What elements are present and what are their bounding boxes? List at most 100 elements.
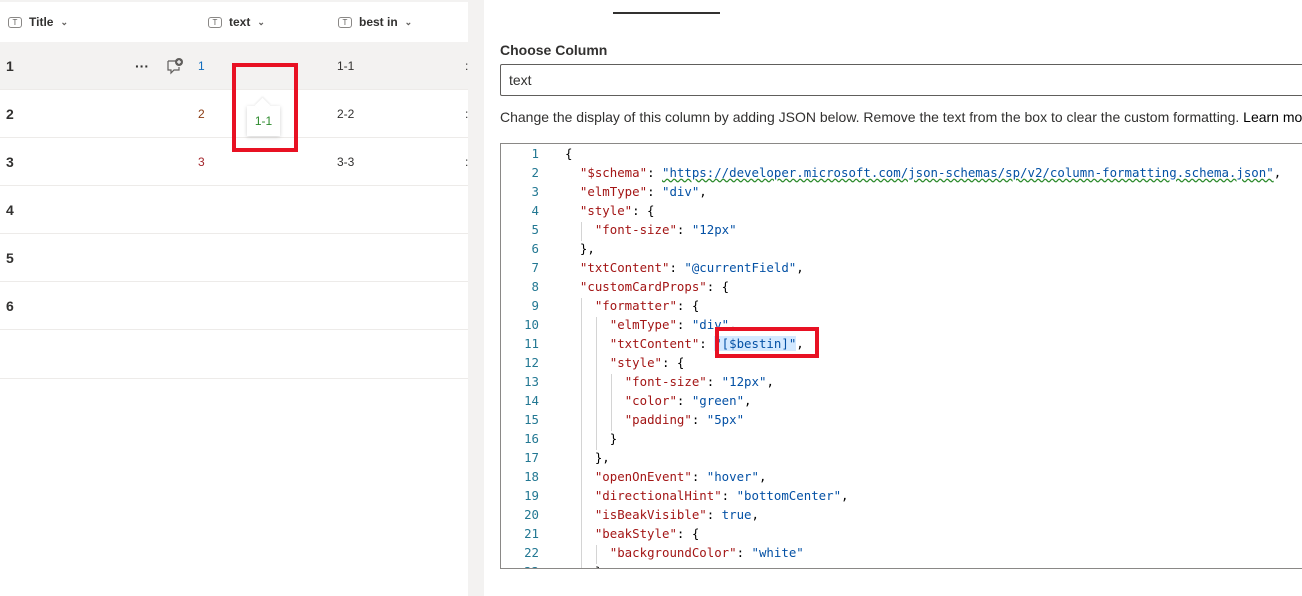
text-column-icon: T xyxy=(338,16,352,28)
indent-guide xyxy=(581,526,582,545)
title-cell[interactable]: 6 xyxy=(6,282,14,330)
indent-guide xyxy=(581,336,582,355)
indent-guide xyxy=(581,450,582,469)
line-number: 17 xyxy=(524,450,539,465)
column-header-title[interactable]: T Title ⌄ xyxy=(8,2,68,42)
line-number: 8 xyxy=(531,279,539,294)
table-row[interactable]: 5 xyxy=(0,234,468,282)
chevron-down-icon: ⌄ xyxy=(404,16,413,27)
description: Change the display of this column by add… xyxy=(500,109,1302,125)
indent-guide xyxy=(581,393,582,412)
title-cell[interactable]: 4 xyxy=(6,186,14,234)
empty-row xyxy=(0,331,468,379)
indent-guide xyxy=(581,355,582,374)
learn-more-link[interactable]: Learn mo xyxy=(1243,109,1302,125)
line-number: 16 xyxy=(524,431,539,446)
text-column-icon: T xyxy=(8,16,22,28)
code-line: "elmType": "div", xyxy=(609,317,737,332)
code-line: "elmType": "div", xyxy=(579,184,707,199)
code-line: "beakStyle": { xyxy=(594,526,700,541)
highlight-box xyxy=(232,63,298,152)
chevron-down-icon: ⌄ xyxy=(257,16,265,27)
title-cell[interactable]: 3 xyxy=(6,138,14,186)
indent-guide xyxy=(581,431,582,450)
code-line: } xyxy=(565,431,618,446)
best-in-cell: 1-1 xyxy=(337,59,355,73)
code-line: } xyxy=(565,564,602,568)
indent-guide xyxy=(596,336,597,355)
indent-guide xyxy=(581,507,582,526)
line-number: 6 xyxy=(531,241,539,256)
line-number: 21 xyxy=(524,526,539,541)
title-cell[interactable]: 5 xyxy=(6,234,14,282)
list-view: T Title ⌄ Ttext ⌄ Tbest in ⌄ 1 1 1-1: ··· 2 2… xyxy=(0,0,468,596)
line-number: 1 xyxy=(531,146,539,161)
choose-column-label: Choose Column xyxy=(500,42,608,58)
indent-guide xyxy=(596,393,597,412)
add-comment-icon[interactable] xyxy=(166,42,184,90)
best-in-cell: 3-3 xyxy=(337,155,355,169)
indent-guide xyxy=(581,374,582,393)
line-number: 22 xyxy=(524,545,539,560)
text-column-icon: T xyxy=(208,16,222,28)
code-line: "isBeakVisible": true, xyxy=(594,507,759,522)
line-number: 11 xyxy=(524,336,539,351)
json-editor[interactable]: 1 {2 "$schema": "https://developer.micros… xyxy=(500,143,1302,569)
line-number: 20 xyxy=(524,507,539,522)
indent-guide xyxy=(581,298,582,317)
chevron-down-icon: ⌄ xyxy=(60,16,68,27)
indent-guide xyxy=(581,564,582,568)
code-line: "padding": "5px" xyxy=(624,412,745,427)
column-header-best-in[interactable]: Tbest in ⌄ xyxy=(338,2,412,42)
indent-guide xyxy=(611,374,612,393)
title-cell[interactable]: 1 xyxy=(6,42,14,90)
line-number: 14 xyxy=(524,393,539,408)
best-in-cell: 2-2 xyxy=(337,107,355,121)
indent-guide xyxy=(611,393,612,412)
code-line: { xyxy=(565,146,573,161)
code-line: "openOnEvent": "hover", xyxy=(594,469,767,484)
code-line: "$schema": "https://developer.microsoft.… xyxy=(579,165,1282,180)
text-cell: 2 xyxy=(198,107,205,121)
line-number: 7 xyxy=(531,260,539,275)
line-number: 13 xyxy=(524,374,539,389)
line-number: 10 xyxy=(524,317,539,332)
code-line: "backgroundColor": "white" xyxy=(609,545,804,560)
code-line: "font-size": "12px" xyxy=(594,222,737,237)
column-select[interactable]: text xyxy=(500,64,1302,96)
line-number: 19 xyxy=(524,488,539,503)
code-line: }, xyxy=(565,450,610,465)
highlight-box xyxy=(715,327,819,358)
table-row[interactable]: 4 xyxy=(0,186,468,234)
text-cell: 3 xyxy=(198,155,205,169)
indent-guide xyxy=(581,488,582,507)
line-number: 2 xyxy=(531,165,539,180)
text-cell: 1 xyxy=(198,59,205,73)
indent-guide xyxy=(581,222,582,241)
code-line: }, xyxy=(565,241,595,256)
line-number: 3 xyxy=(531,184,539,199)
code-line: "style": { xyxy=(609,355,685,370)
indent-guide xyxy=(596,431,597,450)
indent-guide xyxy=(596,355,597,374)
indent-guide xyxy=(581,469,582,488)
indent-guide xyxy=(581,317,582,336)
line-number: 15 xyxy=(524,412,539,427)
line-number: 23 xyxy=(501,564,539,568)
active-tab-indicator xyxy=(613,12,720,14)
indent-guide xyxy=(611,412,612,431)
indent-guide xyxy=(596,317,597,336)
indent-guide xyxy=(581,545,582,564)
code-line: "style": { xyxy=(579,203,655,218)
column-header-text[interactable]: Ttext ⌄ xyxy=(208,2,265,42)
line-number: 4 xyxy=(531,203,539,218)
line-number: 5 xyxy=(531,222,539,237)
title-cell[interactable]: 2 xyxy=(6,90,14,138)
line-number: 12 xyxy=(524,355,539,370)
panel-divider xyxy=(468,0,484,596)
line-number: 9 xyxy=(531,298,539,313)
table-row[interactable]: 6 xyxy=(0,282,468,330)
more-options-button[interactable]: ··· xyxy=(135,42,149,90)
line-number: 18 xyxy=(524,469,539,484)
code-line: "formatter": { xyxy=(594,298,700,313)
